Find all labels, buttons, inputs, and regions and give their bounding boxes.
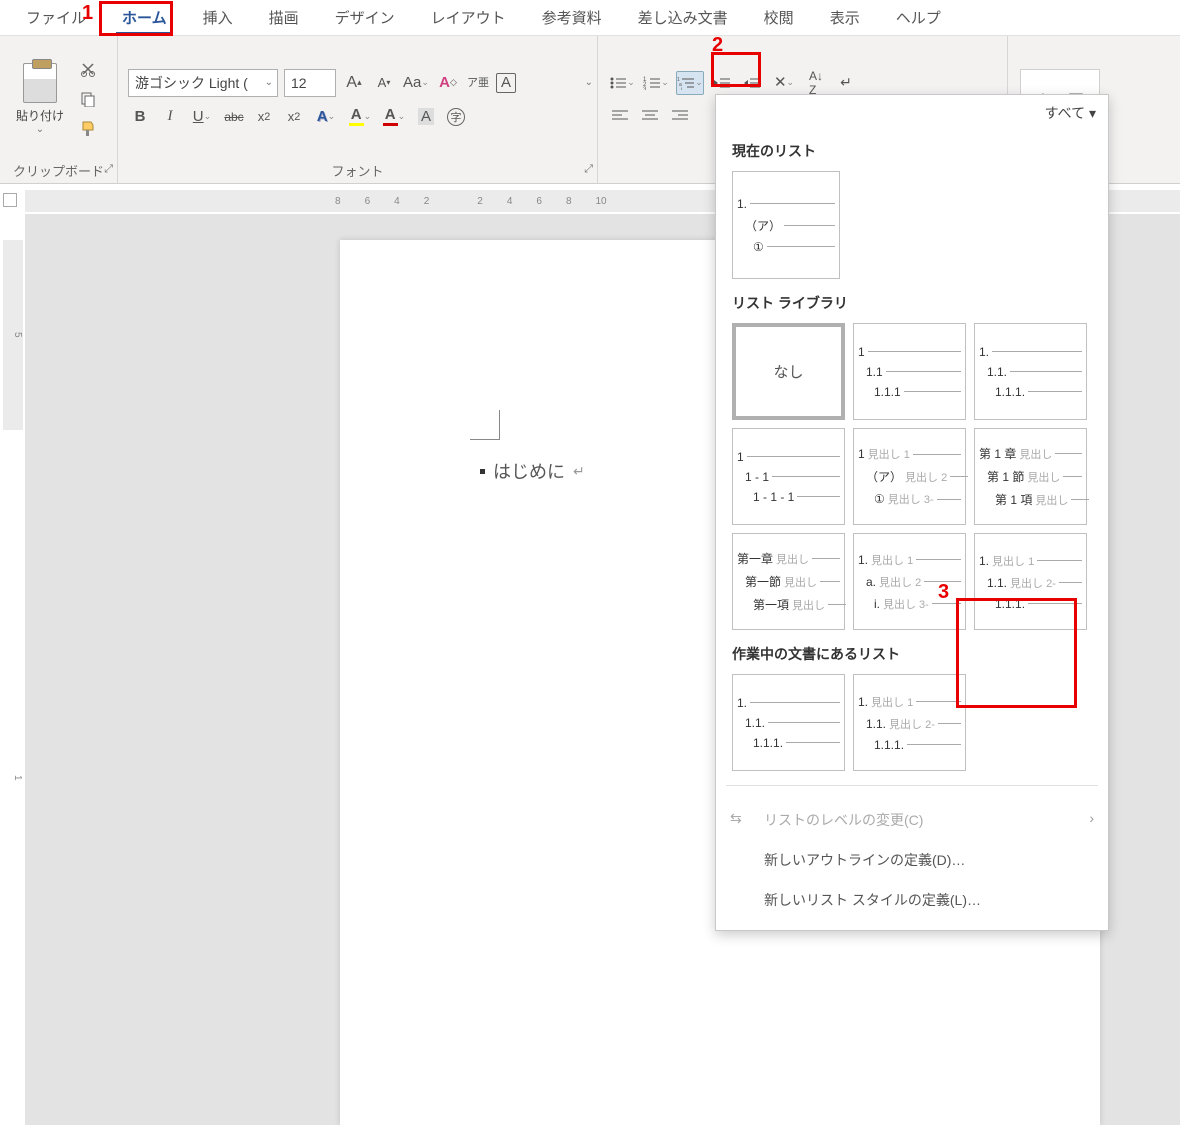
ml-lib-item-3[interactable]: 1見出し 1（ア）見出し 2①見出し 3- — [853, 428, 966, 525]
multilevel-list-panel: すべて ▾ 現在のリスト 1. （ア） ① リスト ライブラリ なし 11.11… — [715, 94, 1109, 931]
group-font: 游ゴシック Light (⌄ 12⌄ A▴ A▾ Aa⌄ A◇ ア亜 A B I… — [118, 36, 598, 183]
ribbon-tabs: ファイル ホーム 挿入 描画 デザイン レイアウト 参考資料 差し込み文書 校閲… — [0, 0, 1180, 36]
ml-lib-item-0[interactable]: 11.11.1.1 — [853, 323, 966, 420]
font-size-combo[interactable]: 12⌄ — [284, 69, 336, 97]
indent-arrows-icon: ⇆ — [730, 810, 742, 827]
cut-button[interactable] — [76, 57, 100, 81]
svg-text:i: i — [681, 87, 682, 90]
align-left-button[interactable] — [608, 103, 632, 127]
italic-button[interactable]: I — [158, 105, 182, 129]
bullets-button[interactable]: ⌄ — [608, 71, 636, 95]
change-case-button[interactable]: Aa⌄ — [402, 71, 430, 95]
underline-button[interactable]: U⌄ — [188, 105, 216, 129]
ml-lib-item-7[interactable]: 1.見出し 11.1.見出し 2-1.1.1. — [974, 533, 1087, 630]
ml-lib-item-4[interactable]: 第 1 章見出し第 1 節見出し第 1 項見出し — [974, 428, 1087, 525]
copy-button[interactable] — [76, 87, 100, 111]
group-clipboard: 貼り付け ⌄ クリップボード⤢ — [0, 36, 118, 183]
bullet-icon — [480, 469, 485, 474]
decrease-indent-button[interactable] — [710, 71, 734, 95]
tab-references[interactable]: 参考資料 — [524, 1, 620, 34]
sort-button[interactable]: A↓Z — [804, 71, 828, 95]
ml-define-outline[interactable]: 新しいアウトラインの定義(D)… — [716, 840, 1108, 880]
shrink-font-button[interactable]: A▾ — [372, 71, 396, 95]
bold-button[interactable]: B — [128, 105, 152, 129]
annotation-1-label: 1 — [82, 2, 93, 25]
ml-doc-item-1[interactable]: 1.見出し 11.1.見出し 2-1.1.1. — [853, 674, 966, 771]
format-painter-button[interactable] — [76, 117, 100, 141]
ml-current-item[interactable]: 1. （ア） ① — [732, 171, 840, 279]
increase-indent-button[interactable] — [740, 71, 764, 95]
ml-lib-item-1[interactable]: 1.1.1.1.1.1. — [974, 323, 1087, 420]
ml-lib-item-2[interactable]: 11 - 11 - 1 - 1 — [732, 428, 845, 525]
char-shading-button[interactable]: A — [414, 105, 438, 129]
ml-section-current: 現在のリスト — [716, 127, 1108, 171]
clipboard-launcher[interactable]: ⤢ — [104, 163, 113, 176]
return-mark-icon: ↵ — [573, 463, 585, 480]
ml-define-style[interactable]: 新しいリスト スタイルの定義(L)… — [716, 880, 1108, 920]
font-name-combo[interactable]: 游ゴシック Light (⌄ — [128, 69, 278, 97]
tab-draw[interactable]: 描画 — [251, 1, 317, 34]
paste-button[interactable]: 貼り付け ⌄ — [16, 63, 64, 135]
ruler-corner[interactable] — [3, 193, 17, 207]
tab-review[interactable]: 校閲 — [746, 1, 812, 34]
enclose-char-button[interactable]: 字 — [444, 105, 468, 129]
tab-design[interactable]: デザイン — [317, 1, 413, 34]
font-color-button[interactable]: A⌄ — [380, 105, 408, 129]
document-text-line[interactable]: はじめに ↵ — [480, 458, 585, 484]
align-center-button[interactable] — [638, 103, 662, 127]
ml-doc-item-0[interactable]: 1.1.1.1.1.1. — [732, 674, 845, 771]
highlight-button[interactable]: A⌄ — [346, 105, 374, 129]
annotation-2-label: 2 — [712, 34, 723, 57]
numbering-button[interactable]: 123⌄ — [642, 71, 670, 95]
tab-help[interactable]: ヘルプ — [878, 1, 959, 34]
clear-format-button[interactable]: A◇ — [436, 71, 460, 95]
asian-layout-button[interactable]: ✕⌄ — [770, 71, 798, 95]
ml-lib-none[interactable]: なし — [732, 323, 845, 420]
group-label-clipboard: クリップボード⤢ — [0, 161, 117, 183]
phonetic-guide-button[interactable]: ア亜 — [466, 71, 490, 95]
show-marks-button[interactable]: ↵ — [834, 71, 858, 95]
ml-lib-item-5[interactable]: 第一章見出し第一節見出し第一項見出し — [732, 533, 845, 630]
grow-font-button[interactable]: A▴ — [342, 71, 366, 95]
ml-change-level: ⇆ リストのレベルの変更(C)› — [716, 800, 1108, 840]
group-label-font: フォント⤢ — [118, 161, 597, 183]
multilevel-list-button[interactable]: 1ai⌄ — [676, 71, 704, 95]
char-border-button[interactable]: A — [496, 73, 516, 93]
vertical-ruler-margin[interactable]: 54321 — [3, 240, 23, 430]
tab-layout[interactable]: レイアウト — [413, 1, 524, 34]
tab-view[interactable]: 表示 — [812, 1, 878, 34]
margin-corner-icon — [470, 410, 500, 440]
paste-icon — [23, 63, 57, 103]
strike-button[interactable]: abc — [222, 105, 246, 129]
annotation-3-label: 3 — [938, 581, 949, 604]
tab-home[interactable]: ホーム — [104, 1, 185, 34]
tab-mailmerge[interactable]: 差し込み文書 — [620, 1, 746, 34]
superscript-button[interactable]: x2 — [282, 105, 306, 129]
subscript-button[interactable]: x2 — [252, 105, 276, 129]
ml-section-library: リスト ライブラリ — [716, 279, 1108, 323]
tab-insert[interactable]: 挿入 — [185, 1, 251, 34]
font-launcher[interactable]: ⤢ — [584, 163, 593, 176]
document-text: はじめに — [493, 458, 565, 484]
paste-label: 貼り付け — [16, 107, 64, 124]
text-effects-button[interactable]: A⌄ — [312, 105, 340, 129]
ml-filter-all[interactable]: すべて ▾ — [716, 95, 1108, 127]
vertical-ruler-body[interactable]: 123456789101112131415161718 — [3, 430, 23, 1125]
svg-text:3: 3 — [643, 87, 647, 90]
align-right-button[interactable] — [668, 103, 692, 127]
ml-section-doclists: 作業中の文書にあるリスト — [716, 630, 1108, 674]
